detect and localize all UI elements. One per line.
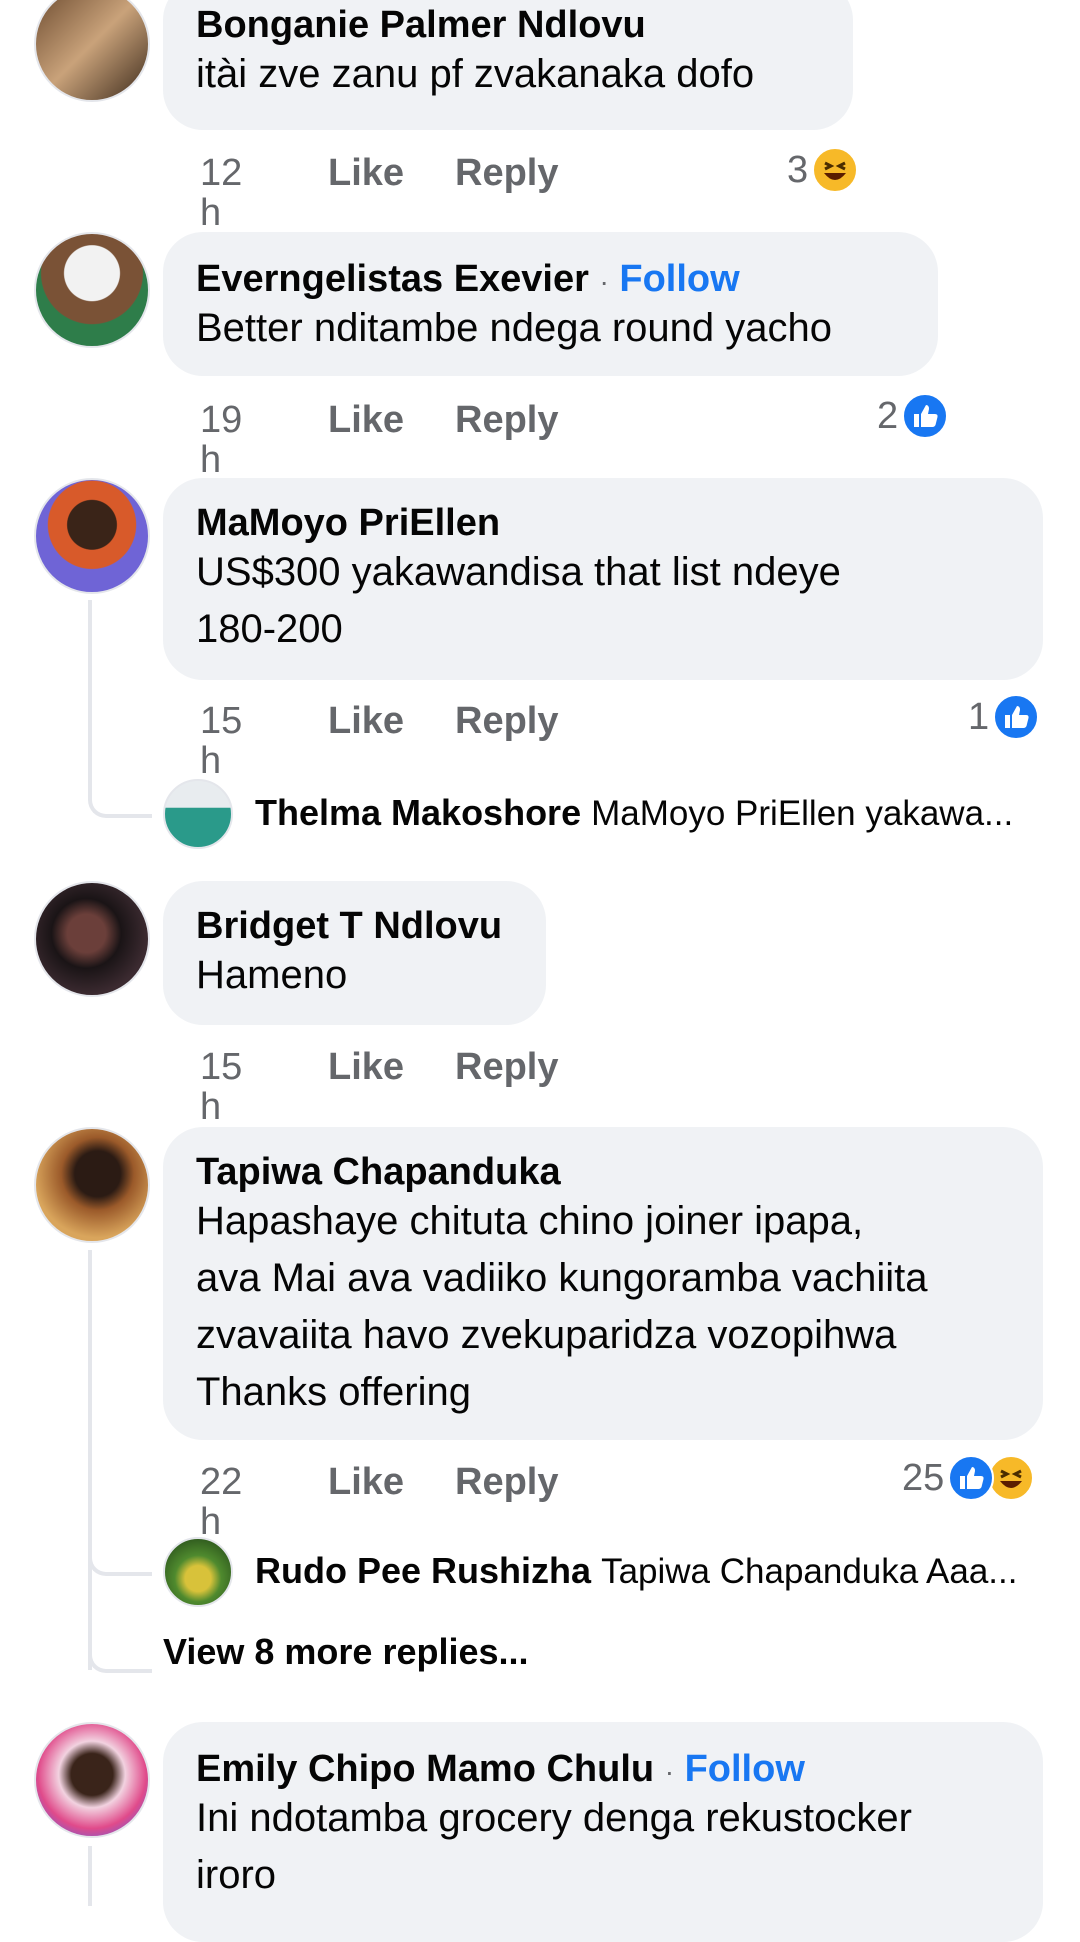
comment-text-line: 180-200 [196, 607, 343, 651]
thread-line [88, 1250, 92, 1670]
reply-author[interactable]: Rudo Pee Rushizha [255, 1550, 591, 1591]
comment-text: Hameno [196, 953, 348, 997]
comment-time[interactable]: 19 h [200, 400, 242, 480]
comment-time[interactable]: 12 h [200, 153, 242, 233]
like-button[interactable]: Like [328, 1047, 404, 1087]
reply-preview[interactable]: Rudo Pee Rushizha Tapiwa Chapanduka Aaa.… [255, 1549, 1017, 1594]
comment-text: Better nditambe ndega round yacho [196, 306, 832, 350]
reply-button[interactable]: Reply [455, 153, 558, 193]
thread-line [88, 1846, 92, 1906]
comment-text-line: ava Mai ava vadiiko kungoramba vachiita [196, 1256, 928, 1300]
comment-bubble: Everngelistas Exevier · Follow Better nd… [163, 232, 938, 376]
comment-text-line: iroro [196, 1853, 277, 1897]
separator-dot: · [599, 266, 609, 297]
comment-time[interactable]: 15 h [200, 1047, 242, 1127]
reply-avatar[interactable] [163, 1537, 233, 1607]
avatar[interactable] [34, 1127, 150, 1243]
reply-snippet: MaMoyo PriEllen yakawa... [591, 794, 1014, 833]
comment-bubble: Emily Chipo Mamo Chulu · Follow Ini ndot… [163, 1722, 1043, 1942]
thread-connector [88, 790, 152, 818]
comment-bubble: Tapiwa Chapanduka Hapashaye chituta chin… [163, 1127, 1043, 1440]
like-button[interactable]: Like [328, 1462, 404, 1502]
reaction-summary[interactable]: 1 [968, 694, 1040, 740]
haha-reaction-icon [988, 1455, 1035, 1501]
reply-button[interactable]: Reply [455, 1462, 558, 1502]
comment-author[interactable]: Emily Chipo Mamo Chulu [196, 1748, 654, 1790]
follow-button[interactable]: Follow [685, 1748, 805, 1790]
like-reaction-icon [993, 694, 1040, 740]
thread-connector [88, 1645, 152, 1673]
reaction-count: 2 [877, 395, 899, 437]
comment-text-line: US$300 yakawandisa that list ndeye [196, 550, 841, 594]
like-reaction-icon [902, 393, 949, 439]
like-button[interactable]: Like [328, 400, 404, 440]
comment-author[interactable]: MaMoyo PriEllen [196, 500, 500, 546]
avatar[interactable] [34, 232, 150, 348]
comment-author[interactable]: Bonganie Palmer Ndlovu [196, 2, 646, 48]
avatar[interactable] [34, 1722, 150, 1838]
separator-dot: · [664, 1756, 675, 1787]
reply-preview[interactable]: Thelma Makoshore MaMoyo PriEllen yakawa.… [255, 791, 1013, 836]
like-reaction-icon [948, 1455, 995, 1501]
comment-bubble: Bridget T Ndlovu Hameno [163, 881, 546, 1025]
reaction-count: 1 [968, 696, 990, 738]
thread-line [88, 600, 92, 800]
comment-text-line: zvavaiita havo zvekuparidza vozopihwa [196, 1313, 897, 1357]
avatar[interactable] [34, 0, 150, 102]
comment-text-line: Ini ndotamba grocery denga rekustocker [196, 1796, 912, 1840]
like-button[interactable]: Like [328, 701, 404, 741]
reaction-count: 25 [902, 1457, 945, 1499]
reply-button[interactable]: Reply [455, 400, 558, 440]
reaction-summary[interactable]: 25 [902, 1455, 1035, 1501]
comment-time[interactable]: 22 h [200, 1462, 242, 1542]
reply-avatar[interactable] [163, 779, 233, 849]
avatar[interactable] [34, 881, 150, 997]
comment-time[interactable]: 15 h [200, 701, 242, 781]
comment-author-row: Emily Chipo Mamo Chulu · Follow [196, 1746, 805, 1795]
reply-button[interactable]: Reply [455, 701, 558, 741]
reply-button[interactable]: Reply [455, 1047, 558, 1087]
comment-author[interactable]: Bridget T Ndlovu [196, 903, 502, 949]
reaction-count: 3 [787, 149, 809, 191]
comment-author[interactable]: Tapiwa Chapanduka [196, 1149, 561, 1195]
comment-bubble: Bonganie Palmer Ndlovu itài zve zanu pf … [163, 0, 853, 130]
comment-text-line: Hapashaye chituta chino joiner ipapa, [196, 1199, 864, 1243]
comment-author-row: Everngelistas Exevier · Follow [196, 256, 740, 305]
comment-bubble: MaMoyo PriEllen US$300 yakawandisa that … [163, 478, 1043, 680]
reaction-summary[interactable]: 2 [877, 393, 949, 439]
reply-snippet: Tapiwa Chapanduka Aaa... [601, 1552, 1018, 1591]
reply-author[interactable]: Thelma Makoshore [255, 792, 581, 833]
avatar[interactable] [34, 478, 150, 594]
haha-reaction-icon [812, 147, 859, 193]
comment-author[interactable]: Everngelistas Exevier [196, 258, 589, 300]
view-more-replies-link[interactable]: View 8 more replies... [163, 1630, 529, 1674]
reaction-summary[interactable]: 3 [787, 147, 859, 193]
comment-text: itài zve zanu pf zvakanaka dofo [196, 52, 755, 96]
like-button[interactable]: Like [328, 153, 404, 193]
comment-text-line: Thanks offering [196, 1370, 471, 1414]
follow-button[interactable]: Follow [619, 258, 739, 300]
thread-connector [88, 1548, 152, 1576]
